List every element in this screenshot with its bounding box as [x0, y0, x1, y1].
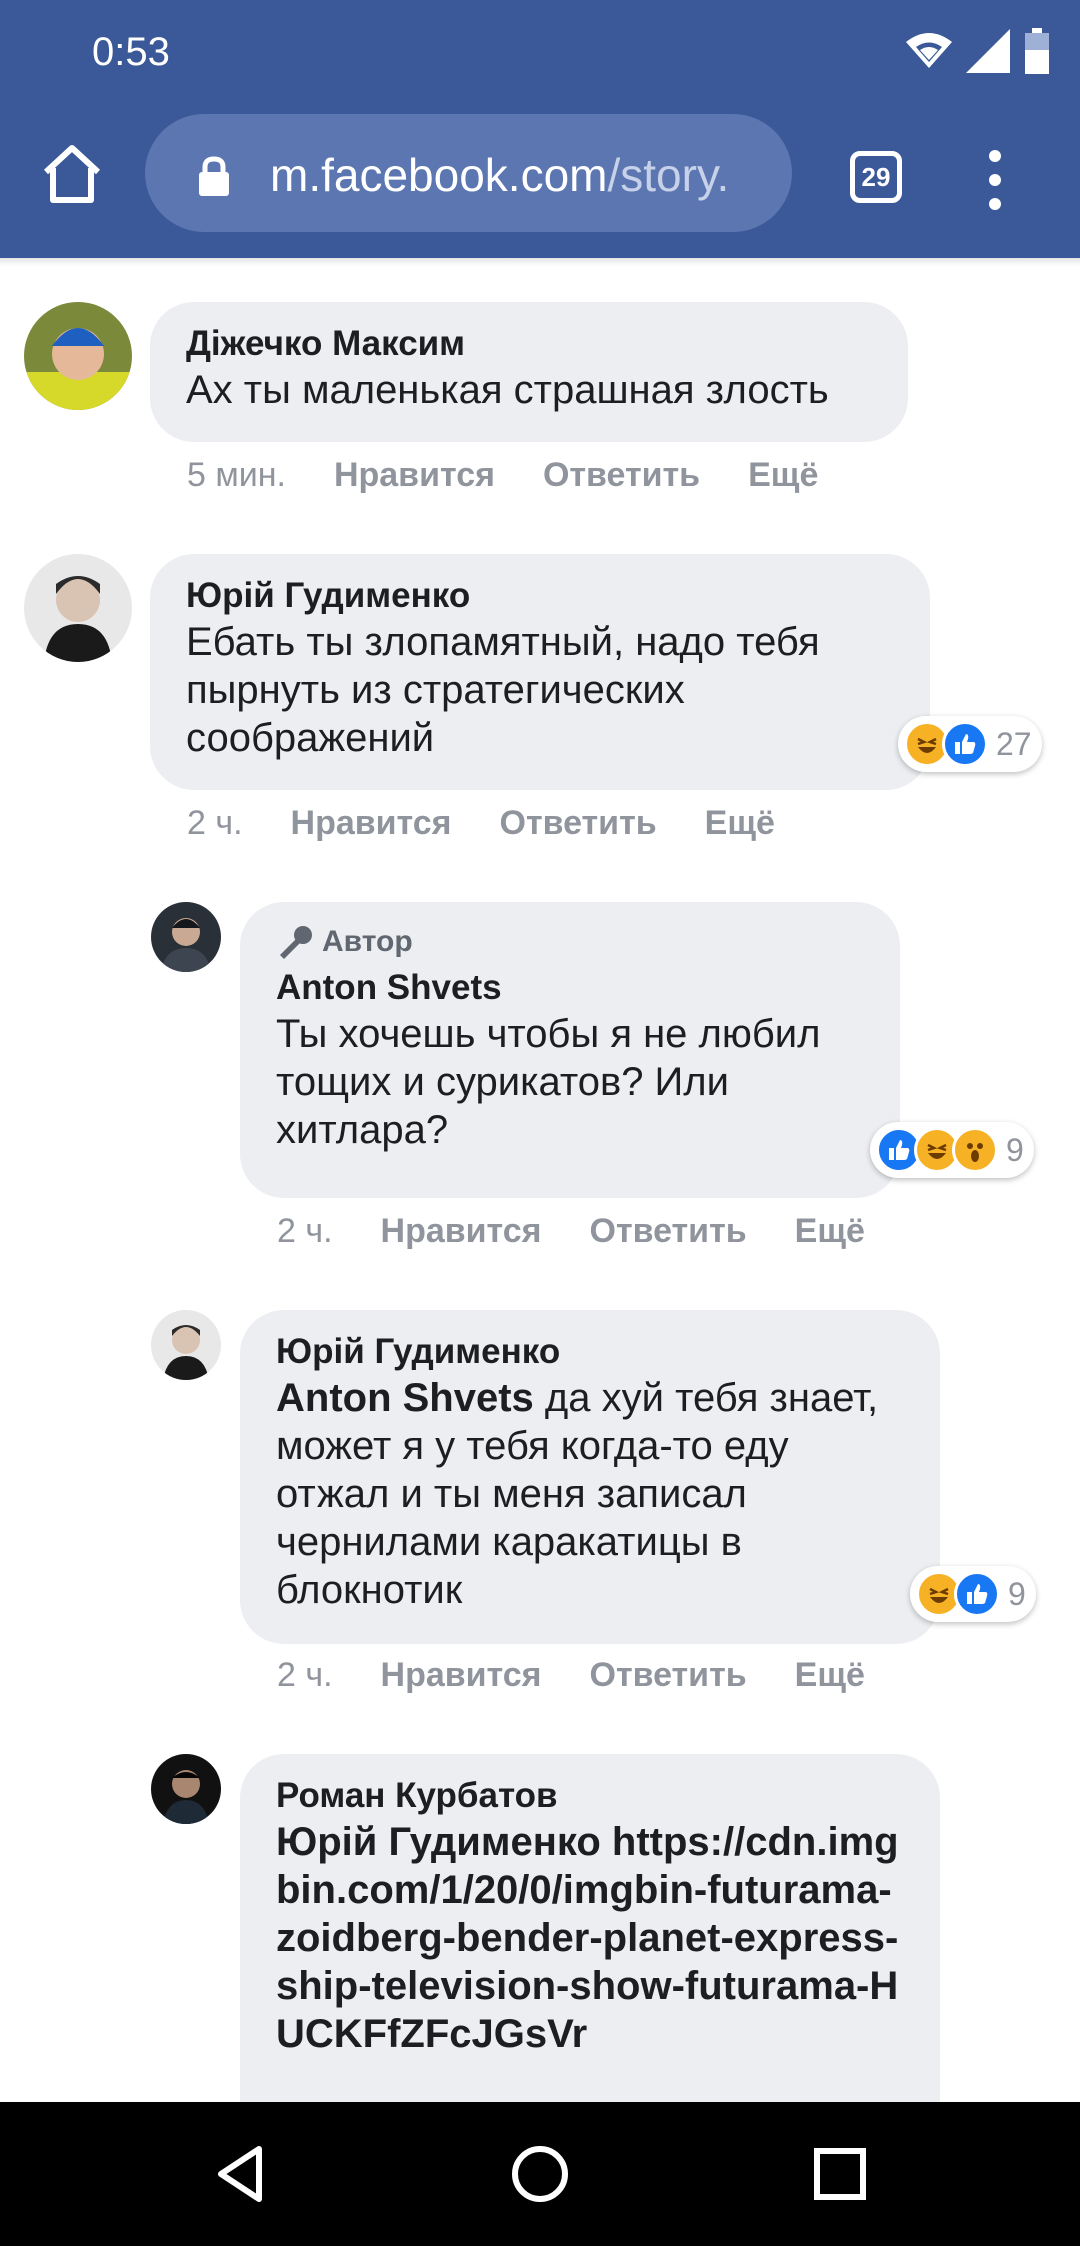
more-button[interactable]: Ещё: [795, 1212, 865, 1251]
avatar[interactable]: [151, 902, 221, 972]
comment-time[interactable]: 2 ч.: [277, 1656, 333, 1695]
comment-bubble: Юрій Гудименко Anton Shvets да хуй тебя …: [240, 1310, 940, 1644]
menu-dot-icon: [989, 150, 1001, 162]
comment-bubble: Юрій Гудименко Ебать ты злопамятный, над…: [150, 554, 930, 790]
like-button[interactable]: Нравится: [381, 1212, 542, 1251]
battery-icon: [1024, 27, 1050, 79]
status-icons: [906, 27, 1050, 79]
status-time: 0:53: [92, 30, 170, 74]
menu-dot-icon: [989, 174, 1001, 186]
home-icon: [43, 145, 101, 203]
lock-icon: [197, 156, 231, 201]
comment-author[interactable]: Юрій Гудименко: [186, 574, 894, 618]
home-circle-icon: [512, 2146, 568, 2202]
toolbar-shadow: [0, 258, 1080, 266]
mention-link[interactable]: Anton Shvets: [276, 1376, 534, 1420]
more-button[interactable]: Ещё: [795, 1656, 865, 1695]
comment-text: Ах ты маленькая страшная злость: [186, 368, 829, 412]
url-path: /story.: [607, 149, 730, 201]
comment-author[interactable]: Діжечко Максим: [186, 322, 872, 366]
comment-actions: 2 ч. Нравится Ответить Ещё: [187, 804, 775, 843]
reaction-summary[interactable]: 9: [910, 1566, 1036, 1622]
comment-actions: 5 мин. Нравится Ответить Ещё: [187, 456, 818, 495]
reply-button[interactable]: Ответить: [500, 804, 657, 843]
reaction-summary[interactable]: 27: [898, 716, 1042, 772]
microphone-icon: [280, 926, 312, 959]
comment-bubble: Діжечко Максим Ах ты маленькая страшная …: [150, 302, 908, 442]
system-navigation-bar: [0, 2102, 1080, 2246]
reaction-count: 9: [1006, 1131, 1024, 1168]
reaction-count: 9: [1008, 1575, 1026, 1612]
back-button[interactable]: [200, 2134, 280, 2214]
author-badge: Автор: [276, 922, 864, 962]
reply-button[interactable]: Ответить: [590, 1212, 747, 1251]
recents-icon: [814, 2148, 866, 2200]
comment-time[interactable]: 2 ч.: [277, 1212, 333, 1251]
comment-text: Ебать ты злопамятный, надо тебя пырнуть …: [186, 620, 820, 760]
wifi-icon: [906, 32, 952, 75]
author-badge-label: Автор: [322, 925, 413, 958]
signal-icon: [966, 28, 1010, 78]
home-nav-button[interactable]: [500, 2134, 580, 2214]
comment-actions: 2 ч. Нравится Ответить Ещё: [277, 1656, 865, 1695]
reaction-summary[interactable]: 9: [870, 1122, 1034, 1178]
reply-button[interactable]: Ответить: [543, 456, 700, 495]
avatar[interactable]: [24, 554, 132, 662]
like-button[interactable]: Нравится: [334, 456, 495, 495]
like-reaction-icon: [942, 721, 988, 767]
comment-text: Anton Shvets да хуй тебя знает, может я …: [276, 1374, 904, 1614]
mention-link[interactable]: Юрій Гудименко: [276, 1820, 601, 1864]
comment-text: Юрій Гудименко https://cdn.imgbin.com/1/…: [276, 1818, 904, 2058]
recents-button[interactable]: [800, 2134, 880, 2214]
menu-dot-icon: [989, 198, 1001, 210]
home-button[interactable]: [40, 144, 104, 212]
browser-toolbar: m.facebook.com/story. 29: [0, 108, 1080, 258]
comment-time[interactable]: 2 ч.: [187, 804, 243, 843]
like-button[interactable]: Нравится: [381, 1656, 542, 1695]
url-domain: m.facebook.com: [270, 149, 608, 201]
tab-count: 29: [861, 161, 891, 192]
status-bar: 0:53: [0, 0, 1080, 108]
comment-author[interactable]: Юрій Гудименко: [276, 1330, 904, 1374]
url-text: m.facebook.com/story.: [270, 148, 780, 202]
wow-reaction-icon: [952, 1127, 998, 1173]
comment-bubble: Автор Anton Shvets Ты хочешь чтобы я не …: [240, 902, 900, 1198]
comment-author[interactable]: Anton Shvets: [276, 966, 864, 1010]
comment-author[interactable]: Роман Курбатов: [276, 1774, 904, 1818]
more-button[interactable]: Ещё: [705, 804, 775, 843]
avatar[interactable]: [151, 1754, 221, 1824]
comment-actions: 2 ч. Нравится Ответить Ещё: [277, 1212, 865, 1251]
overflow-menu-button[interactable]: [980, 150, 1010, 210]
like-button[interactable]: Нравится: [291, 804, 452, 843]
comment-text: Ты хочешь чтобы я не любил тощих и сурик…: [276, 1012, 821, 1152]
avatar[interactable]: [24, 302, 132, 410]
avatar[interactable]: [151, 1310, 221, 1380]
reply-button[interactable]: Ответить: [590, 1656, 747, 1695]
url-field[interactable]: m.facebook.com/story.: [145, 114, 792, 232]
reaction-count: 27: [996, 725, 1032, 762]
like-reaction-icon: [954, 1571, 1000, 1617]
tab-switcher-button[interactable]: 29: [850, 151, 902, 203]
more-button[interactable]: Ещё: [748, 456, 818, 495]
back-icon: [218, 2146, 262, 2202]
comment-time[interactable]: 5 мин.: [187, 456, 286, 495]
